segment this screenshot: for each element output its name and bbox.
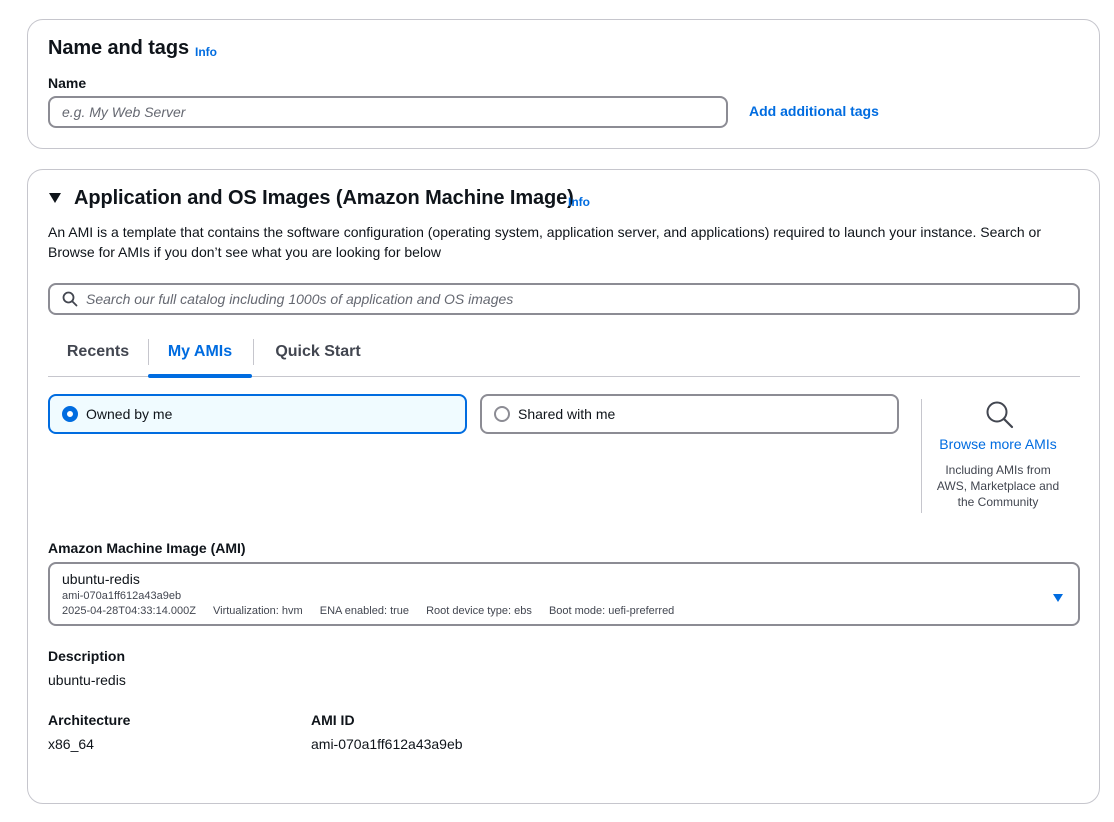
ami-created-date: 2025-04-28T04:33:14.000Z [62, 605, 196, 617]
description-value: ubuntu-redis [48, 672, 126, 688]
browse-desc-line: Including AMIs from [945, 463, 1051, 477]
name-input-wrapper [48, 96, 728, 128]
name-tags-title: Name and tags [48, 37, 189, 59]
ami-tabs: Recents My AMIs Quick Start [48, 327, 1080, 378]
tab-quick-start[interactable]: Quick Start [255, 327, 381, 377]
browse-desc-line: AWS, Marketplace and [936, 479, 1060, 493]
ami-info-link[interactable]: Info [568, 195, 590, 209]
name-tags-info-link[interactable]: Info [195, 45, 217, 59]
ami-virtualization: Virtualization: hvm [213, 605, 303, 617]
name-and-tags-panel: Name and tags Info Name Add additional t… [27, 19, 1100, 149]
selected-ami-meta: 2025-04-28T04:33:14.000Z Virtualization:… [62, 605, 674, 617]
name-field-label: Name [48, 75, 87, 91]
tab-recents[interactable]: Recents [48, 327, 148, 377]
ami-id-value: ami-070a1ff612a43a9eb [311, 736, 463, 752]
tab-divider [253, 339, 254, 365]
ami-description-line-1: An AMI is a template that contains the s… [48, 224, 1041, 240]
owned-by-me-option[interactable]: Owned by me [48, 394, 467, 434]
tab-my-amis-label: My AMIs [167, 343, 233, 360]
active-tab-indicator [148, 374, 252, 378]
ami-search-wrapper [48, 283, 1080, 315]
description-label: Description [48, 648, 126, 664]
ami-id-label: AMI ID [311, 712, 355, 728]
ami-panel: Application and OS Images (Amazon Machin… [27, 169, 1100, 804]
selected-ami-name: ubuntu-redis [62, 571, 140, 587]
selected-ami-id: ami-070a1ff612a43a9eb [62, 590, 182, 602]
tab-quick-start-label: Quick Start [275, 343, 361, 360]
architecture-value: x86_64 [48, 736, 94, 752]
browse-divider [921, 399, 922, 513]
ami-description-line-2: Browse for AMIs if you don’t see what yo… [48, 244, 441, 260]
radio-selected-icon [62, 406, 78, 422]
add-additional-tags-link[interactable]: Add additional tags [749, 103, 879, 119]
shared-with-me-option[interactable]: Shared with me [480, 394, 899, 434]
collapse-caret-icon[interactable] [48, 191, 62, 203]
ami-section-title: Application and OS Images (Amazon Machin… [74, 187, 574, 209]
shared-with-me-label: Shared with me [518, 406, 616, 422]
browse-desc-line: the Community [957, 495, 1039, 509]
ami-select-label: Amazon Machine Image (AMI) [48, 540, 246, 556]
magnifier-icon [985, 400, 1015, 430]
tab-my-amis[interactable]: My AMIs [148, 327, 252, 378]
dropdown-caret-icon [1052, 590, 1064, 602]
name-input[interactable] [50, 98, 726, 126]
search-icon [62, 291, 78, 307]
owned-by-me-label: Owned by me [86, 406, 173, 422]
ami-search-input[interactable] [78, 285, 1078, 313]
radio-unselected-icon [494, 406, 510, 422]
browse-description: Including AMIs from AWS, Marketplace and… [923, 462, 1073, 510]
ami-boot-mode: Boot mode: uefi-preferred [548, 605, 675, 617]
architecture-label: Architecture [48, 712, 131, 728]
tab-recents-label: Recents [66, 343, 130, 360]
browse-more-amis-link[interactable]: Browse more AMIs [923, 436, 1073, 452]
ami-select-dropdown[interactable]: ubuntu-redis ami-070a1ff612a43a9eb 2025-… [48, 562, 1080, 626]
ami-ena: ENA enabled: true [319, 605, 410, 617]
ami-root-device: Root device type: ebs [426, 605, 532, 617]
